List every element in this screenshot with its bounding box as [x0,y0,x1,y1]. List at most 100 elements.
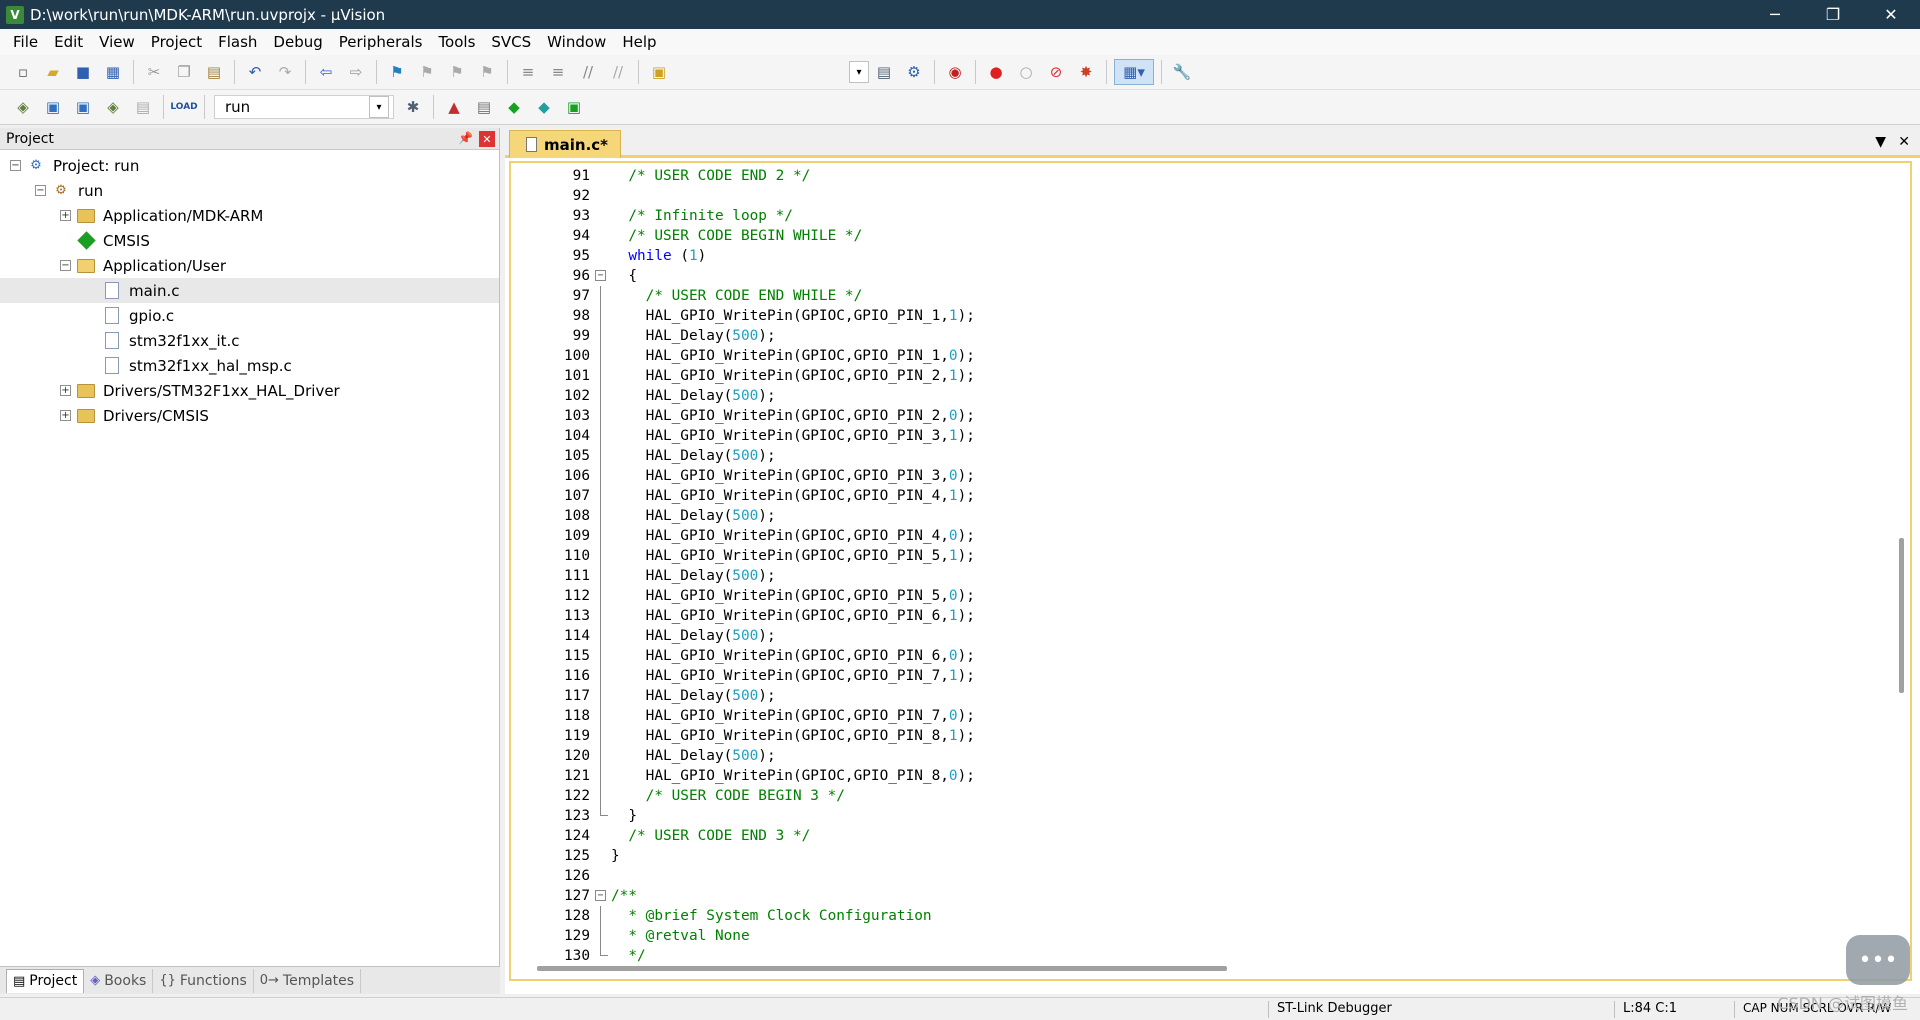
close-window-button[interactable]: ✕ [1862,0,1920,29]
code-line[interactable]: 123 } [511,806,1910,826]
find-dropdown[interactable]: ▾ [849,61,869,83]
chevron-down-icon[interactable]: ▾ [369,96,389,118]
tree-item-cmsis[interactable]: CMSIS [0,228,499,253]
bookmark-icon[interactable]: ⚑ [384,59,410,85]
code-line[interactable]: 108 HAL_Delay(500); [511,506,1910,526]
undo-icon[interactable]: ↶ [242,59,268,85]
find-icon[interactable]: ▤ [871,59,897,85]
code-line[interactable]: 122 /* USER CODE BEGIN 3 */ [511,786,1910,806]
fold-toggle-icon[interactable]: − [595,890,606,901]
stop-build-icon[interactable]: ▤ [130,94,156,120]
code-line[interactable]: 128 * @brief System Clock Configuration [511,906,1910,926]
code-line[interactable]: 115 HAL_GPIO_WritePin(GPIOC,GPIO_PIN_6,0… [511,646,1910,666]
expand-icon[interactable]: + [60,210,71,221]
download-load-icon[interactable]: LOAD [170,94,197,120]
rebuild-icon[interactable]: ▣ [70,94,96,120]
scroll-thumb[interactable] [1899,538,1904,693]
configure-icon[interactable]: 🔧 [1169,59,1195,85]
menu-help[interactable]: Help [614,29,664,55]
code-line[interactable]: 121 HAL_GPIO_WritePin(GPIOC,GPIO_PIN_8,0… [511,766,1910,786]
menu-view[interactable]: View [91,29,143,55]
restore-button[interactable]: ❐ [1804,0,1862,29]
enable-breakpoint-icon[interactable]: ○ [1013,59,1039,85]
tab-templates[interactable]: 0→ Templates [254,968,362,993]
start-debug-icon[interactable]: ◉ [942,59,968,85]
prev-bookmark-icon[interactable]: ⚑ [414,59,440,85]
pin-icon[interactable]: 📌 [458,131,473,145]
tree-item-file[interactable]: stm32f1xx_hal_msp.c [0,353,499,378]
close-icon[interactable]: ✕ [479,131,495,147]
translate-icon[interactable]: ◈ [10,94,36,120]
expand-icon[interactable]: + [60,410,71,421]
code-line[interactable]: 94 /* USER CODE BEGIN WHILE */ [511,226,1910,246]
code-line[interactable]: 99 HAL_Delay(500); [511,326,1910,346]
code-line[interactable]: 129 * @retval None [511,926,1910,946]
code-line[interactable]: 120 HAL_Delay(500); [511,746,1910,766]
minimize-button[interactable]: ─ [1746,0,1804,29]
cut-icon[interactable]: ✂ [141,59,167,85]
code-line[interactable]: 118 HAL_GPIO_WritePin(GPIOC,GPIO_PIN_7,0… [511,706,1910,726]
batch-build-icon[interactable]: ◈ [100,94,126,120]
tab-list-dropdown-icon[interactable]: ▼ [1875,134,1886,150]
code-line[interactable]: 127−/** [511,886,1910,906]
target-options-icon[interactable]: ✱ [400,94,426,120]
code-line[interactable]: 126 [511,866,1910,886]
code-line[interactable]: 93 /* Infinite loop */ [511,206,1910,226]
code-line[interactable]: 103 HAL_GPIO_WritePin(GPIOC,GPIO_PIN_2,0… [511,406,1910,426]
tree-item-file[interactable]: main.c [0,278,499,303]
manage-components-icon[interactable]: ▲ [441,94,467,120]
code-line[interactable]: 104 HAL_GPIO_WritePin(GPIOC,GPIO_PIN_3,1… [511,426,1910,446]
tree-item-file[interactable]: stm32f1xx_it.c [0,328,499,353]
code-line[interactable]: 125} [511,846,1910,866]
navigate-back-icon[interactable]: ⇦ [313,59,339,85]
menu-flash[interactable]: Flash [210,29,265,55]
tab-functions[interactable]: {} Functions [153,968,254,993]
build-icon[interactable]: ▣ [40,94,66,120]
new-file-icon[interactable]: ▫ [10,59,36,85]
expand-icon[interactable]: + [60,385,71,396]
menu-project[interactable]: Project [143,29,210,55]
chat-bubble-icon[interactable]: ••• [1846,935,1910,985]
tree-item-group[interactable]: + Drivers/STM32F1xx_HAL_Driver [0,378,499,403]
code-line[interactable]: 96− { [511,266,1910,286]
save-all-icon[interactable]: ▦ [100,59,126,85]
select-packs-icon[interactable]: ◆ [531,94,557,120]
redo-icon[interactable]: ↷ [272,59,298,85]
menu-tools[interactable]: Tools [430,29,483,55]
code-line[interactable]: 100 HAL_GPIO_WritePin(GPIOC,GPIO_PIN_1,0… [511,346,1910,366]
code-line[interactable]: 111 HAL_Delay(500); [511,566,1910,586]
code-line[interactable]: 124 /* USER CODE END 3 */ [511,826,1910,846]
vertical-scrollbar[interactable] [1896,163,1908,979]
tab-main-c[interactable]: main.c* [509,130,622,158]
code-line[interactable]: 112 HAL_GPIO_WritePin(GPIOC,GPIO_PIN_5,0… [511,586,1910,606]
tab-project[interactable]: ▤ Project [6,968,85,993]
menu-svcs[interactable]: SVCS [483,29,539,55]
collapse-icon[interactable]: − [60,260,71,271]
code-line[interactable]: 105 HAL_Delay(500); [511,446,1910,466]
incremental-find-icon[interactable]: ⚙ [901,59,927,85]
tree-item-project[interactable]: − ⚙ Project: run [0,153,499,178]
code-line[interactable]: 91 /* USER CODE END 2 */ [511,166,1910,186]
code-line[interactable]: 95 while (1) [511,246,1910,266]
kill-breakpoints-icon[interactable]: ✸ [1073,59,1099,85]
disable-breakpoints-icon[interactable]: ⊘ [1043,59,1069,85]
tab-books[interactable]: ◈ Books [84,968,154,993]
scroll-thumb[interactable] [537,966,1227,971]
close-editor-icon[interactable]: ✕ [1898,134,1910,150]
menu-debug[interactable]: Debug [265,29,330,55]
next-bookmark-icon[interactable]: ⚑ [444,59,470,85]
tree-item-target[interactable]: − ⚙ run [0,178,499,203]
menu-peripherals[interactable]: Peripherals [331,29,431,55]
code-line[interactable]: 114 HAL_Delay(500); [511,626,1910,646]
tree-item-file[interactable]: gpio.c [0,303,499,328]
navigate-forward-icon[interactable]: ⇨ [343,59,369,85]
open-file-icon[interactable]: ▰ [40,59,66,85]
unindent-icon[interactable]: ≡ [545,59,571,85]
comment-icon[interactable]: // [575,59,601,85]
pack-installer-icon[interactable]: ▣ [561,94,587,120]
menu-edit[interactable]: Edit [46,29,91,55]
save-icon[interactable]: ■ [70,59,96,85]
uncomment-icon[interactable]: // [605,59,631,85]
target-select[interactable]: run ▾ [214,95,394,119]
code-line[interactable]: 113 HAL_GPIO_WritePin(GPIOC,GPIO_PIN_6,1… [511,606,1910,626]
